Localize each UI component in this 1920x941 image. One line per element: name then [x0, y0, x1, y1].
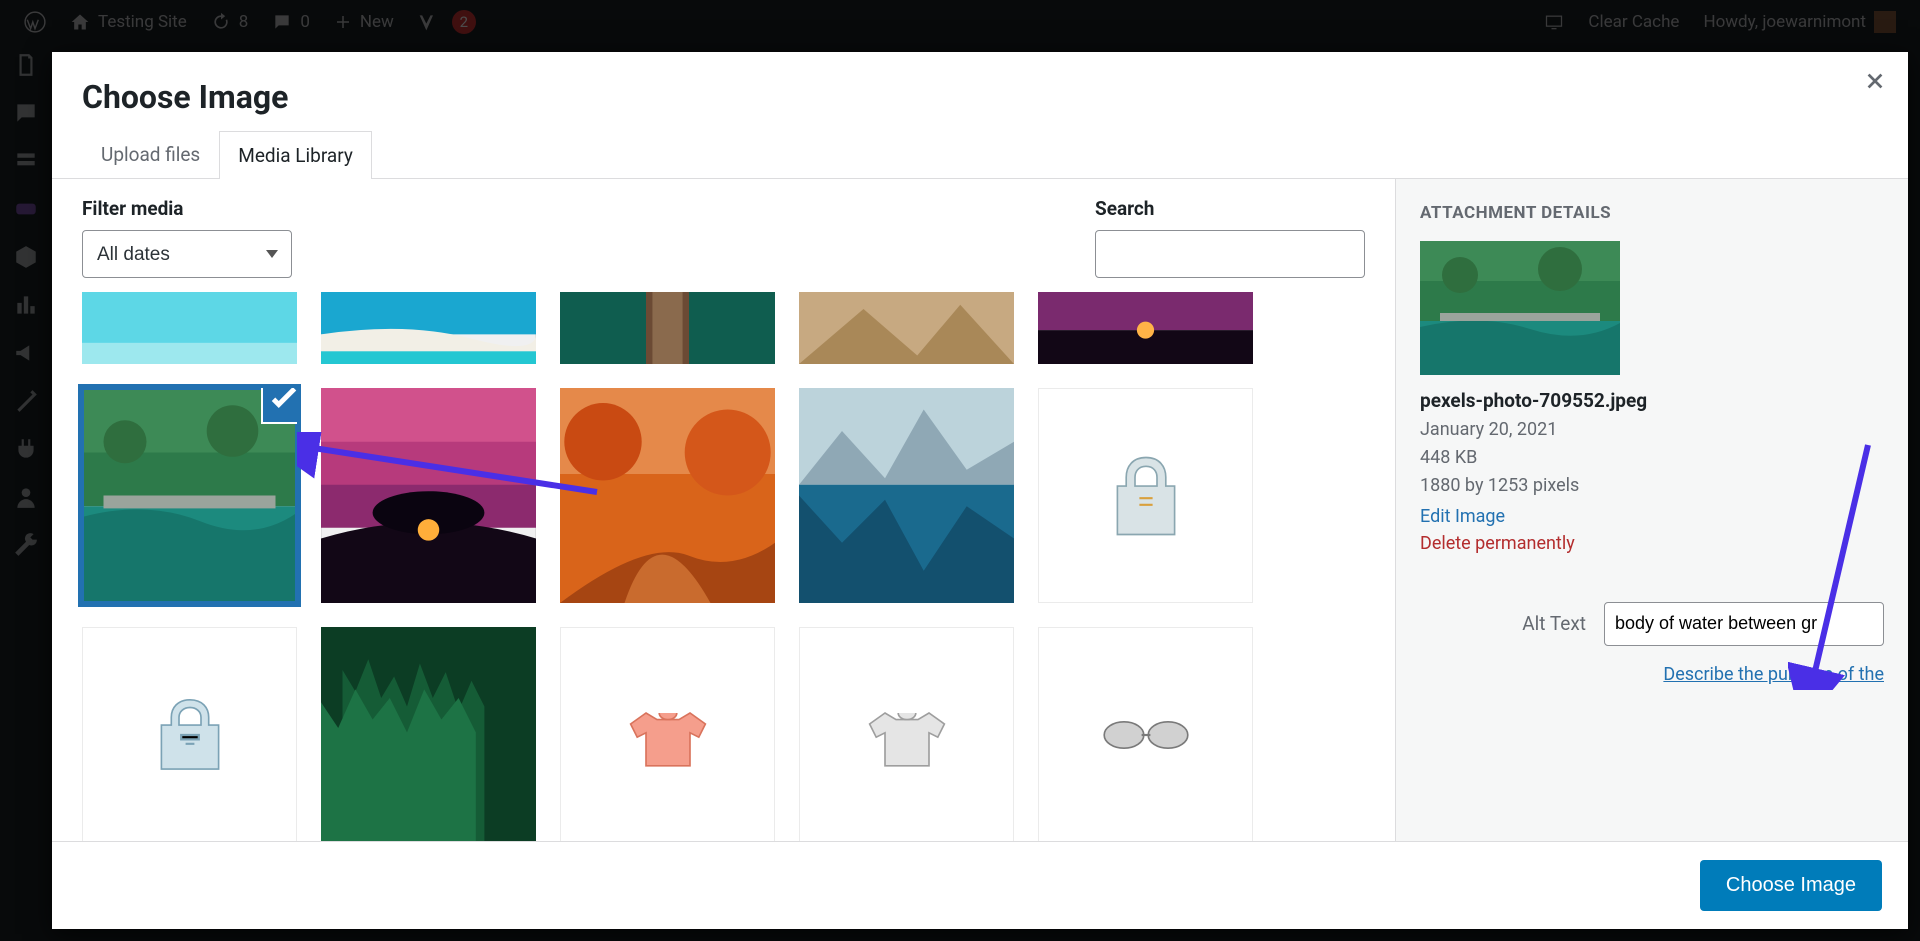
media-thumb[interactable] [1038, 627, 1253, 841]
modal-title: Choose Image [52, 52, 1908, 130]
alt-text-input[interactable] [1604, 602, 1884, 646]
attachment-details-panel: ATTACHMENT DETAILS pexels-photo-709552.j… [1396, 179, 1908, 841]
modal-close-button[interactable] [1864, 70, 1886, 96]
media-thumb[interactable] [560, 292, 775, 364]
media-thumb[interactable] [1038, 292, 1253, 364]
alt-text-label: Alt Text [1522, 612, 1586, 635]
attachment-filename: pexels-photo-709552.jpeg [1420, 389, 1884, 412]
media-modal: Choose Image Upload files Media Library … [52, 52, 1908, 929]
check-icon [263, 388, 297, 422]
media-thumb-selected[interactable] [82, 388, 297, 603]
attachment-date: January 20, 2021 [1420, 416, 1884, 444]
search-label: Search [1095, 197, 1365, 220]
close-icon [1864, 70, 1886, 92]
selected-check-badge [263, 388, 297, 422]
filter-date-select[interactable]: All dates [82, 230, 292, 278]
media-thumb[interactable] [321, 292, 536, 364]
edit-image-link[interactable]: Edit Image [1420, 506, 1884, 527]
tab-upload-files[interactable]: Upload files [82, 130, 219, 178]
media-main: Filter media All dates Search [52, 179, 1396, 841]
media-thumb[interactable] [321, 388, 536, 603]
choose-image-button[interactable]: Choose Image [1700, 860, 1882, 911]
attachment-preview [1420, 241, 1620, 375]
media-thumb[interactable] [799, 627, 1014, 841]
filter-media-label: Filter media [82, 197, 292, 220]
describe-purpose-link[interactable]: Describe the purpose of the [1663, 664, 1884, 685]
media-grid [82, 292, 1365, 841]
media-thumb[interactable] [82, 627, 297, 841]
media-thumb[interactable] [799, 388, 1014, 603]
attachment-heading: ATTACHMENT DETAILS [1420, 203, 1884, 223]
media-thumb[interactable] [82, 292, 297, 364]
modal-footer: Choose Image [52, 841, 1908, 929]
media-search-input[interactable] [1095, 230, 1365, 278]
media-thumb[interactable] [560, 627, 775, 841]
media-thumb[interactable] [321, 627, 536, 841]
tab-media-library[interactable]: Media Library [219, 131, 372, 179]
media-thumb[interactable] [560, 388, 775, 603]
media-thumb[interactable] [1038, 388, 1253, 603]
attachment-size: 448 KB [1420, 444, 1884, 472]
media-thumb[interactable] [799, 292, 1014, 364]
media-tabs: Upload files Media Library [52, 130, 1908, 179]
attachment-dimensions: 1880 by 1253 pixels [1420, 472, 1884, 500]
delete-permanently-link[interactable]: Delete permanently [1420, 533, 1884, 554]
